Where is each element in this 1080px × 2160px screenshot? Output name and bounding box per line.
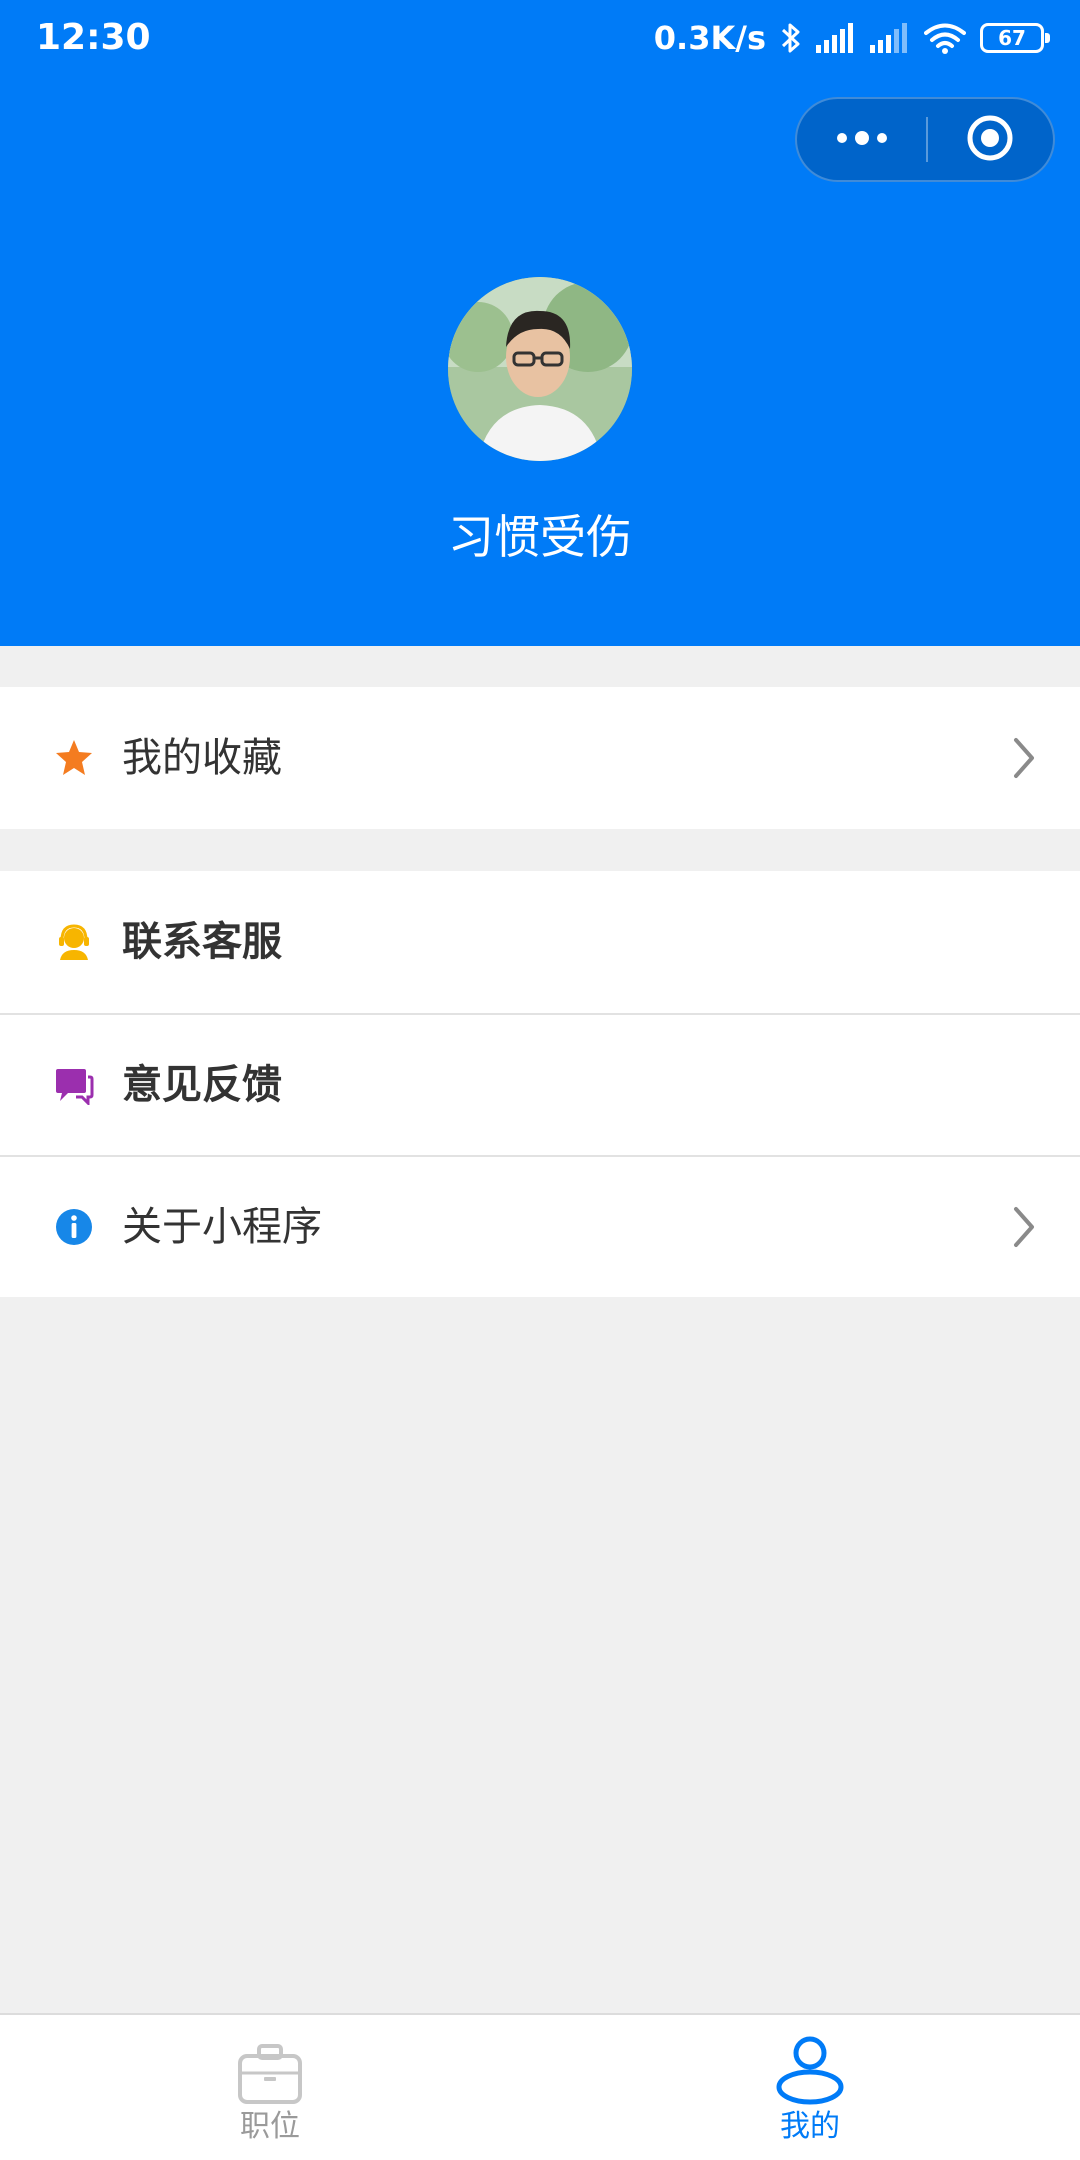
chevron-right-icon xyxy=(1014,738,1034,778)
bluetooth-icon xyxy=(780,21,802,55)
avatar[interactable] xyxy=(448,277,632,461)
network-speed: 0.3K/s xyxy=(653,19,766,57)
menu-item-label: 我的收藏 xyxy=(122,735,282,781)
wifi-icon xyxy=(924,22,966,54)
menu-item-about[interactable]: 关于小程序 xyxy=(0,1155,1080,1297)
signal-icon xyxy=(816,23,856,53)
status-indicators: 0.3K/s 67 xyxy=(653,14,1050,62)
star-icon xyxy=(54,738,94,778)
capsule-menu-button[interactable] xyxy=(797,99,927,180)
capsule-close-button[interactable] xyxy=(927,99,1053,180)
customer-service-icon xyxy=(54,922,94,962)
tab-positions[interactable]: 职位 xyxy=(0,2015,540,2160)
feedback-chat-icon xyxy=(54,1065,94,1105)
person-icon xyxy=(775,2035,845,2105)
menu-item-favorites[interactable]: 我的收藏 xyxy=(0,687,1080,829)
chevron-right-icon xyxy=(1014,1207,1034,1247)
tab-label: 职位 xyxy=(240,2109,300,2144)
target-circle-icon xyxy=(966,114,1014,166)
status-bar: 12:30 0.3K/s 67 xyxy=(0,0,1080,76)
battery-level: 67 xyxy=(998,26,1026,50)
more-dots-icon xyxy=(834,130,890,150)
status-time: 12:30 xyxy=(36,17,151,58)
battery-icon: 67 xyxy=(980,23,1050,53)
signal-icon-secondary xyxy=(870,23,910,53)
mini-program-capsule xyxy=(795,97,1055,182)
menu-item-customer-service[interactable]: 联系客服 xyxy=(0,871,1080,1013)
menu-item-label: 关于小程序 xyxy=(122,1204,322,1250)
info-icon xyxy=(54,1207,94,1247)
avatar-photo xyxy=(448,277,632,461)
briefcase-icon xyxy=(235,2035,305,2105)
menu-item-label: 意见反馈 xyxy=(122,1062,282,1108)
profile-header: 12:30 0.3K/s 67 习惯受伤 xyxy=(0,0,1080,646)
menu-item-label: 联系客服 xyxy=(122,919,282,965)
tab-bar: 职位 我的 xyxy=(0,2013,1080,2160)
tab-label: 我的 xyxy=(780,2109,840,2144)
username: 习惯受伤 xyxy=(448,510,632,564)
menu-item-feedback[interactable]: 意见反馈 xyxy=(0,1013,1080,1155)
tab-mine[interactable]: 我的 xyxy=(540,2015,1080,2160)
menu-group-favorites: 我的收藏 xyxy=(0,687,1080,829)
menu-group-support: 联系客服 意见反馈 关于小程序 xyxy=(0,871,1080,1297)
